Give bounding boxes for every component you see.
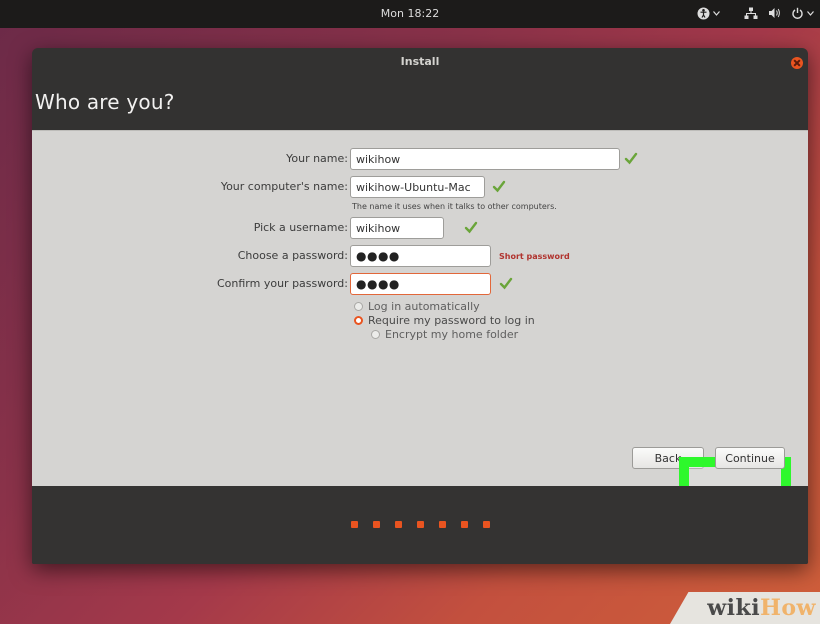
- computer-name-label: Your computer's name:: [220, 180, 348, 193]
- option-label: Encrypt my home folder: [385, 328, 519, 341]
- volume-icon: [769, 8, 780, 18]
- close-icon[interactable]: [791, 57, 803, 69]
- username-label: Pick a username:: [253, 221, 348, 234]
- checkmark-icon: [624, 152, 638, 165]
- option-label: Require my password to log in: [368, 314, 535, 327]
- page-title: Who are you?: [35, 90, 175, 114]
- progress-dot: [394, 521, 402, 528]
- radio-selected-icon[interactable]: [354, 316, 363, 325]
- password-strength-warning: Short password: [499, 252, 570, 261]
- require-password-option[interactable]: Require my password to log in: [354, 314, 535, 327]
- confirm-password-row: Confirm your password: ●●●●: [32, 273, 808, 297]
- name-row: Your name: wikihow: [32, 148, 808, 172]
- checkbox-icon[interactable]: [371, 330, 380, 339]
- network-icon: [744, 7, 758, 19]
- install-progress: [32, 486, 808, 564]
- form-panel: Your name: wikihow Your computer's name:…: [32, 130, 808, 537]
- option-label: Log in automatically: [368, 300, 480, 313]
- chevron-down-icon: [713, 10, 720, 16]
- checkmark-icon: [492, 180, 506, 193]
- system-tray: [697, 5, 814, 21]
- logo-part2: How: [760, 595, 816, 621]
- accessibility-icon: [697, 7, 710, 19]
- power-icon: [792, 7, 803, 19]
- progress-dot: [482, 521, 490, 528]
- computer-name-hint: The name it uses when it talks to other …: [352, 202, 557, 211]
- continue-button[interactable]: Continue: [715, 447, 785, 469]
- installer-window: Install Who are you? Your name: wikihow …: [32, 48, 808, 564]
- login-automatically-option[interactable]: Log in automatically: [354, 300, 480, 313]
- computer-name-field[interactable]: wikihow-Ubuntu-Mac: [350, 176, 485, 198]
- top-panel: Mon 18:22: [0, 0, 820, 28]
- username-row: Pick a username: wikihow: [32, 217, 808, 241]
- password-row: Choose a password: ●●●● Short password: [32, 245, 808, 269]
- progress-dot: [350, 521, 358, 528]
- username-field[interactable]: wikihow: [350, 217, 444, 239]
- logo-part1: wiki: [707, 595, 761, 621]
- encrypt-home-option[interactable]: Encrypt my home folder: [371, 328, 518, 341]
- progress-dot: [416, 521, 424, 528]
- computer-name-row: Your computer's name: wikihow-Ubuntu-Mac: [32, 176, 808, 200]
- password-field[interactable]: ●●●●: [350, 245, 491, 267]
- radio-icon[interactable]: [354, 302, 363, 311]
- wikihow-logo: wikiHow: [707, 595, 816, 621]
- progress-dot: [438, 521, 446, 528]
- volume-menu[interactable]: [768, 5, 781, 21]
- network-menu[interactable]: [744, 5, 758, 21]
- checkmark-icon: [464, 221, 478, 234]
- window-title: Install: [400, 55, 440, 68]
- password-label: Choose a password:: [237, 249, 348, 262]
- progress-dot: [372, 521, 380, 528]
- progress-dots: [32, 521, 808, 528]
- name-field[interactable]: wikihow: [350, 148, 620, 170]
- name-label: Your name:: [286, 152, 348, 165]
- confirm-password-label: Confirm your password:: [216, 277, 348, 290]
- progress-dot: [460, 521, 468, 528]
- chevron-down-icon: [807, 10, 814, 16]
- checkmark-icon: [499, 277, 513, 290]
- power-menu[interactable]: [791, 5, 814, 21]
- confirm-password-field[interactable]: ●●●●: [350, 273, 491, 295]
- accessibility-menu[interactable]: [697, 5, 720, 21]
